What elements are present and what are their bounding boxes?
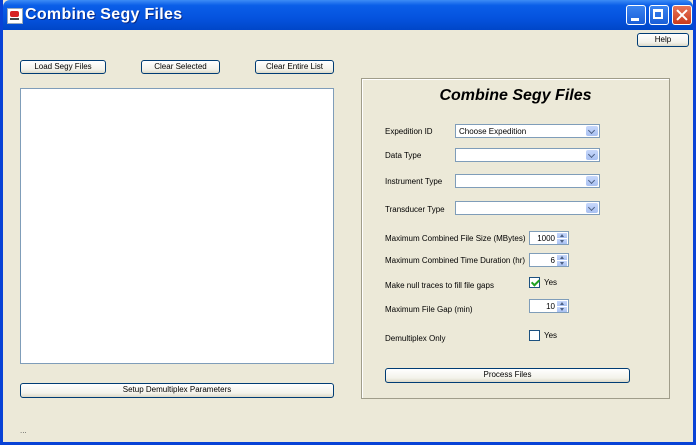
instrument-type-label: Instrument Type [385,177,443,186]
clear-selected-button[interactable]: Clear Selected [141,60,220,74]
max-file-size-value: 1000 [537,234,555,243]
max-gap-label: Maximum File Gap (min) [385,305,473,314]
help-button[interactable]: Help [637,33,689,47]
spin-up-icon[interactable] [557,255,567,260]
demux-only-label: Demultiplex Only [385,334,446,343]
transducer-type-select[interactable] [455,201,600,215]
data-type-label: Data Type [385,151,422,160]
close-icon[interactable] [672,5,692,25]
expedition-label: Expedition ID [385,127,433,136]
spin-down-icon[interactable] [557,307,567,312]
demux-only-checkbox[interactable] [529,330,540,341]
chevron-down-icon[interactable] [586,176,598,186]
minimize-icon[interactable] [626,5,646,25]
load-segy-files-button[interactable]: Load Segy Files [20,60,106,74]
spin-up-icon[interactable] [557,301,567,306]
setup-demultiplex-button[interactable]: Setup Demultiplex Parameters [20,383,334,398]
transducer-type-label: Transducer Type [385,205,445,214]
null-traces-yes-label[interactable]: Yes [544,278,557,287]
max-file-size-label: Maximum Combined File Size (MBytes) [385,234,526,243]
max-gap-value: 10 [546,302,555,311]
chevron-down-icon[interactable] [586,126,598,136]
demux-only-yes-label[interactable]: Yes [544,331,557,340]
clear-entire-list-button[interactable]: Clear Entire List [255,60,334,74]
window-title: Combine Segy Files [25,6,183,23]
maximize-icon[interactable] [649,5,669,25]
max-duration-spinner[interactable]: 6 [529,253,569,267]
expedition-select[interactable]: Choose Expedition [455,124,600,138]
spin-up-icon[interactable] [557,233,567,238]
data-type-select[interactable] [455,148,600,162]
chevron-down-icon[interactable] [586,150,598,160]
max-file-size-spinner[interactable]: 1000 [529,231,569,245]
app-icon[interactable] [7,8,23,24]
spin-down-icon[interactable] [557,239,567,244]
null-traces-label: Make null traces to fill file gaps [385,281,494,290]
spin-down-icon[interactable] [557,261,567,266]
file-list[interactable] [20,88,334,364]
instrument-type-select[interactable] [455,174,600,188]
status-text: ... [20,426,27,435]
null-traces-checkbox[interactable] [529,277,540,288]
process-files-button[interactable]: Process Files [385,368,630,383]
expedition-value: Choose Expedition [459,127,527,136]
title-bar[interactable]: Combine Segy Files [3,0,693,30]
max-duration-label: Maximum Combined Time Duration (hr) [385,256,526,265]
max-gap-spinner[interactable]: 10 [529,299,569,313]
max-duration-value: 6 [550,256,555,265]
chevron-down-icon[interactable] [586,203,598,213]
panel-heading: Combine Segy Files [439,87,592,104]
